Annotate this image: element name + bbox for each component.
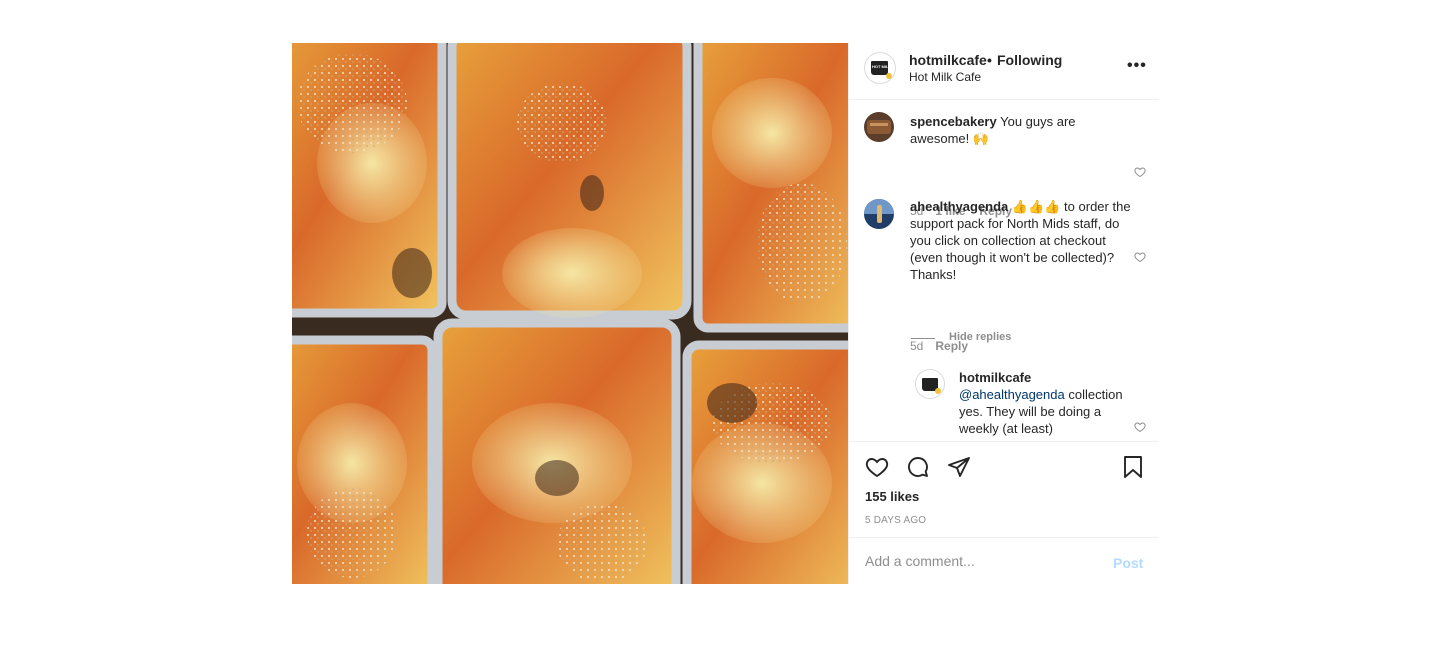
- post-actions: 155 likes 5 DAYS AGO: [849, 441, 1159, 538]
- comment-icon[interactable]: [906, 455, 930, 479]
- logo-dot: [935, 388, 941, 394]
- comment-item: ahealthyagenda 👍👍👍 to order the support …: [910, 198, 1132, 283]
- post-location[interactable]: Hot Milk Cafe: [909, 70, 981, 84]
- bookmark-icon[interactable]: [1121, 455, 1145, 479]
- comment-username[interactable]: spencebakery: [910, 114, 997, 129]
- avatar-logo-text: HOT MILK: [872, 64, 892, 69]
- post-header: HOT MILK hotmilkcafe • Following Hot Mil…: [849, 43, 1159, 100]
- add-comment-bar: Post: [849, 537, 1159, 585]
- post-date[interactable]: 5 DAYS AGO: [865, 515, 926, 526]
- pasta-trays-image: [292, 43, 848, 584]
- comment-username[interactable]: ahealthyagenda: [910, 199, 1008, 214]
- comment-item: spencebakery You guys are awesome! 🙌: [910, 113, 1125, 147]
- hotmilkcafe-avatar[interactable]: HOT MILK: [864, 52, 896, 84]
- reply-mention[interactable]: @ahealthyagenda: [959, 387, 1065, 402]
- ahealthyagenda-avatar[interactable]: [864, 199, 894, 229]
- post-side-panel: HOT MILK hotmilkcafe • Following Hot Mil…: [848, 43, 1159, 584]
- comment-like-heart-icon[interactable]: [1134, 166, 1146, 178]
- share-icon[interactable]: [947, 455, 971, 479]
- post-comment-button[interactable]: Post: [1113, 555, 1143, 571]
- likes-count[interactable]: 155 likes: [865, 489, 919, 504]
- hide-replies-line: [911, 338, 935, 339]
- comment-input[interactable]: [865, 550, 1085, 572]
- header-separator: •: [987, 52, 992, 68]
- reply-like-heart-icon[interactable]: [1134, 421, 1146, 433]
- heart-icon[interactable]: [865, 455, 889, 479]
- following-button[interactable]: Following: [997, 52, 1062, 68]
- comment-time: 5d: [910, 339, 924, 353]
- logo-dot: [886, 73, 892, 79]
- comments-list[interactable]: spencebakery You guys are awesome! 🙌 5d 1…: [849, 100, 1159, 441]
- spencebakery-avatar[interactable]: [864, 112, 894, 142]
- hotmilkcafe-reply-avatar[interactable]: [915, 369, 945, 399]
- comment-like-heart-icon[interactable]: [1134, 251, 1146, 263]
- reply-username[interactable]: hotmilkcafe: [959, 369, 1134, 386]
- reply-item: hotmilkcafe @ahealthyagenda collection y…: [959, 369, 1134, 437]
- instagram-post: HOT MILK hotmilkcafe • Following Hot Mil…: [292, 43, 1159, 584]
- post-photo[interactable]: [292, 43, 848, 584]
- hide-replies-button[interactable]: Hide replies: [949, 331, 1011, 343]
- post-author-username[interactable]: hotmilkcafe: [909, 52, 987, 68]
- more-options-icon[interactable]: •••: [1127, 57, 1147, 75]
